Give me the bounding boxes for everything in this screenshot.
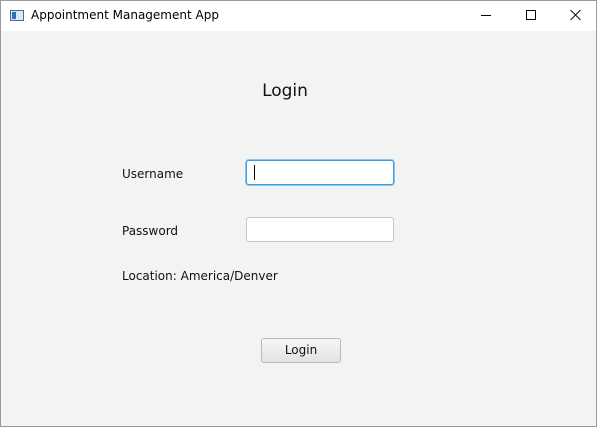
close-button[interactable] bbox=[553, 1, 599, 31]
login-button[interactable]: Login bbox=[261, 338, 341, 363]
username-label: Username bbox=[122, 167, 184, 181]
close-icon bbox=[570, 9, 582, 21]
window-title: Appointment Management App bbox=[31, 8, 219, 22]
title-bar[interactable]: Appointment Management App bbox=[1, 1, 596, 31]
maximize-icon bbox=[526, 10, 536, 20]
password-input[interactable] bbox=[246, 217, 394, 242]
app-window: Appointment Management App Login Usernam… bbox=[0, 0, 597, 427]
username-input[interactable] bbox=[246, 160, 394, 185]
minimize-button[interactable] bbox=[463, 1, 509, 31]
text-caret bbox=[254, 165, 255, 180]
login-heading: Login bbox=[262, 81, 308, 101]
password-label: Password bbox=[122, 224, 179, 238]
location-label: Location: America/Denver bbox=[122, 269, 278, 283]
app-window-icon bbox=[10, 10, 24, 21]
maximize-button[interactable] bbox=[508, 1, 554, 31]
minimize-icon bbox=[481, 15, 491, 16]
